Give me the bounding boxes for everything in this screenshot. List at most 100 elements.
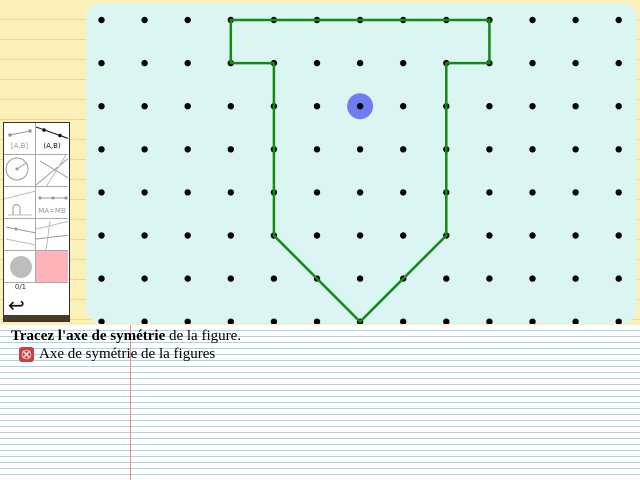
grid-dot[interactable] (313, 59, 321, 67)
grid-dot[interactable] (98, 59, 105, 67)
grid-dot[interactable] (486, 189, 493, 196)
grid-dot[interactable] (98, 146, 105, 153)
grid-dot[interactable] (529, 146, 536, 153)
grid-dot[interactable] (227, 318, 234, 325)
grid-dot[interactable] (141, 146, 148, 153)
grid-dot[interactable] (529, 232, 536, 239)
grid-dot[interactable] (572, 189, 579, 196)
grid-dot[interactable] (356, 232, 364, 239)
circle-tool[interactable] (4, 155, 36, 187)
grid-dot[interactable] (98, 16, 105, 24)
grid-dot[interactable] (572, 232, 579, 239)
grid-dot[interactable] (400, 146, 407, 153)
grid-dot[interactable] (615, 59, 622, 67)
grid-dot[interactable] (615, 232, 622, 239)
grid-dot[interactable] (227, 103, 234, 110)
grid-dot[interactable] (313, 232, 321, 239)
angle-icon (5, 226, 35, 246)
grid-dot[interactable] (141, 275, 148, 282)
grid-dot[interactable] (184, 189, 191, 196)
segment-icon (8, 129, 32, 137)
grid-dot[interactable] (615, 16, 622, 24)
grid-dot[interactable] (529, 59, 536, 67)
line-tool[interactable]: (A,B) (36, 123, 68, 155)
grid-dot[interactable] (400, 189, 407, 196)
grid-dot[interactable] (141, 189, 148, 196)
grid-dot[interactable] (400, 103, 407, 110)
grid-dot[interactable] (270, 275, 278, 282)
parallel-tool[interactable] (36, 219, 68, 251)
grid-dot[interactable] (356, 146, 364, 153)
midpoint-tool-label: MA=MB (38, 207, 66, 215)
compass-tool[interactable] (4, 187, 36, 219)
grid-dot[interactable] (615, 146, 622, 153)
grid-dot[interactable] (572, 146, 579, 153)
grid-dot[interactable] (98, 275, 105, 282)
grid-dot[interactable] (98, 103, 105, 110)
grid-dot[interactable] (141, 318, 148, 325)
grid-dot[interactable] (572, 275, 579, 282)
perpendicular-tool[interactable] (36, 155, 68, 187)
grid-dot[interactable] (356, 275, 364, 282)
grid-dot[interactable] (98, 232, 105, 239)
grid-dot[interactable] (615, 103, 622, 110)
grid-dot[interactable] (184, 103, 191, 110)
grid-dot[interactable] (356, 59, 364, 67)
grid-dot[interactable] (615, 275, 622, 282)
grid-dot[interactable] (486, 318, 493, 325)
grid-dot[interactable] (227, 275, 234, 282)
angle-tool[interactable] (4, 219, 36, 251)
grid-dot[interactable] (270, 318, 278, 325)
midpoint-tool[interactable]: MA=MB (36, 187, 68, 219)
drawing-board[interactable] (86, 3, 637, 324)
grid-dot[interactable] (227, 232, 234, 239)
grid-dot[interactable] (227, 189, 234, 196)
grid-dot[interactable] (486, 146, 493, 153)
grid-dot[interactable] (98, 189, 105, 196)
grid-dot[interactable] (529, 275, 536, 282)
grid-dot[interactable] (141, 16, 148, 24)
grid-dot[interactable] (400, 318, 407, 325)
grid-dot[interactable] (529, 16, 536, 24)
grid-dot[interactable] (184, 146, 191, 153)
grid-dot[interactable] (572, 59, 579, 67)
grid-dot[interactable] (313, 318, 321, 325)
undo-arrow-icon[interactable]: ↩ (8, 295, 25, 315)
grid-dot[interactable] (572, 318, 579, 325)
grid-dot[interactable] (486, 232, 493, 239)
instruction-rest: de la figure. (165, 328, 242, 344)
grid-dot[interactable] (400, 232, 407, 239)
grid-dot[interactable] (313, 146, 321, 153)
dot-grid[interactable] (86, 3, 637, 324)
grid-dot[interactable] (486, 103, 493, 110)
grid-dot[interactable] (141, 103, 148, 110)
grid-dot[interactable] (400, 59, 407, 67)
grid-dot[interactable] (227, 146, 234, 153)
segment-tool[interactable]: [A,B] (4, 123, 36, 155)
grid-dot[interactable] (443, 275, 450, 282)
eraser-tool[interactable] (36, 251, 68, 283)
grid-dot[interactable] (98, 318, 105, 325)
grid-dot[interactable] (184, 275, 191, 282)
point-tool[interactable] (4, 251, 36, 283)
grid-dot[interactable] (313, 103, 321, 110)
grid-dot[interactable] (443, 318, 450, 325)
grid-dot[interactable] (529, 318, 536, 325)
grid-dot[interactable] (184, 59, 191, 67)
grid-dot[interactable] (313, 189, 321, 196)
construction-counter: 0/1 (14, 283, 27, 291)
grid-dot[interactable] (529, 189, 536, 196)
objective-item: Axe de symétrie de la figures (19, 346, 215, 363)
grid-dot[interactable] (141, 232, 148, 239)
grid-dot[interactable] (141, 59, 148, 67)
grid-dot[interactable] (184, 318, 191, 325)
grid-dot[interactable] (572, 103, 579, 110)
grid-dot[interactable] (486, 275, 493, 282)
grid-dot[interactable] (615, 189, 622, 196)
grid-dot[interactable] (529, 103, 536, 110)
grid-dot[interactable] (615, 318, 622, 325)
grid-dot[interactable] (356, 189, 364, 196)
grid-dot[interactable] (184, 16, 191, 24)
grid-dot[interactable] (572, 16, 579, 24)
grid-dot[interactable] (184, 232, 191, 239)
